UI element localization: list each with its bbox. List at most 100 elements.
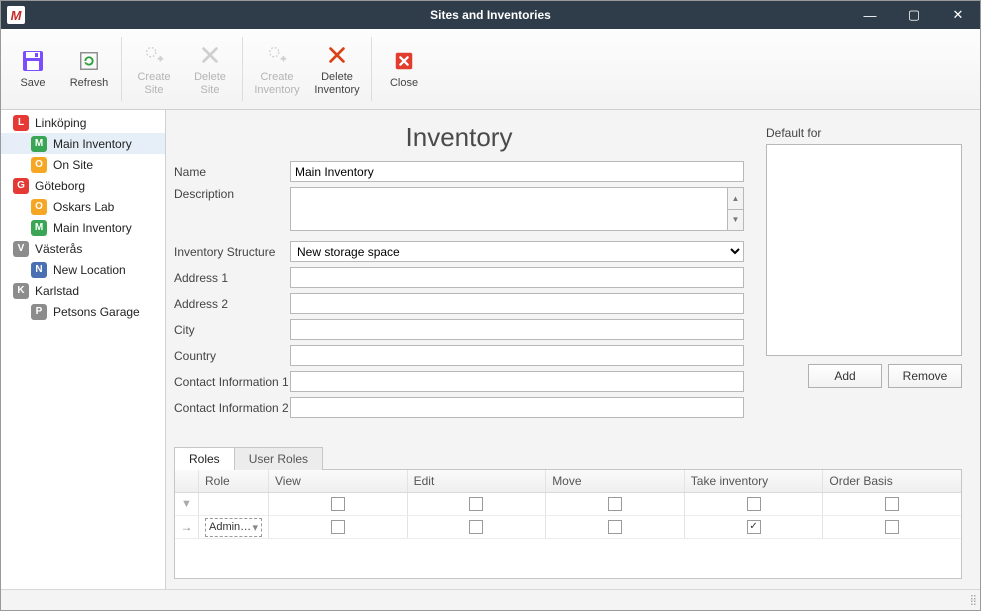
tree-label: Main Inventory bbox=[53, 221, 132, 235]
refresh-icon bbox=[76, 48, 102, 74]
col-edit[interactable]: Edit bbox=[408, 470, 547, 492]
tree-item[interactable]: L Linköping bbox=[1, 112, 165, 133]
tree-badge: N bbox=[31, 262, 47, 278]
col-role[interactable]: Role bbox=[199, 470, 269, 492]
take-chk[interactable]: ✓ bbox=[747, 520, 761, 534]
save-button[interactable]: Save bbox=[5, 29, 61, 109]
tree-item[interactable]: K Karlstad bbox=[1, 280, 165, 301]
delete-site-button: Delete Site bbox=[182, 29, 238, 109]
filter-icon[interactable]: ▼ bbox=[181, 498, 192, 510]
close-button[interactable]: Close bbox=[376, 29, 432, 109]
contact1-input[interactable] bbox=[290, 371, 744, 392]
country-label: Country bbox=[174, 349, 290, 363]
create-inventory-button: Create Inventory bbox=[247, 29, 307, 109]
add-button[interactable]: Add bbox=[808, 364, 882, 388]
description-spinner[interactable]: ▲▼ bbox=[728, 187, 744, 231]
maximize-button[interactable]: ▢ bbox=[892, 1, 936, 29]
tree-item[interactable]: N New Location bbox=[1, 259, 165, 280]
tree-badge: O bbox=[31, 157, 47, 173]
tree-item[interactable]: V Västerås bbox=[1, 238, 165, 259]
create-site-icon bbox=[141, 42, 167, 68]
structure-label: Inventory Structure bbox=[174, 245, 290, 259]
tree-label: New Location bbox=[53, 263, 126, 277]
address1-input[interactable] bbox=[290, 267, 744, 288]
delete-inventory-button[interactable]: Delete Inventory bbox=[307, 29, 367, 109]
close-label: Close bbox=[390, 77, 418, 89]
create-site-button: Create Site bbox=[126, 29, 182, 109]
address2-input[interactable] bbox=[290, 293, 744, 314]
tree-label: Västerås bbox=[35, 242, 82, 256]
address2-label: Address 2 bbox=[174, 297, 290, 311]
filter-edit-chk[interactable] bbox=[469, 497, 483, 511]
tree-badge: M bbox=[31, 220, 47, 236]
tree-item[interactable]: M Main Inventory bbox=[1, 133, 165, 154]
delete-site-label: Delete Site bbox=[194, 71, 226, 95]
remove-button[interactable]: Remove bbox=[888, 364, 962, 388]
close-window-button[interactable]: ✕ bbox=[936, 1, 980, 29]
move-chk[interactable] bbox=[608, 520, 622, 534]
filter-order-chk[interactable] bbox=[885, 497, 899, 511]
name-label: Name bbox=[174, 165, 290, 179]
tree-badge: V bbox=[13, 241, 29, 257]
contact2-input[interactable] bbox=[290, 397, 744, 418]
tree-label: Linköping bbox=[35, 116, 86, 130]
tab-roles[interactable]: Roles bbox=[174, 447, 235, 470]
edit-chk[interactable] bbox=[469, 520, 483, 534]
col-move[interactable]: Move bbox=[546, 470, 685, 492]
tab-user-roles[interactable]: User Roles bbox=[234, 447, 323, 470]
city-input[interactable] bbox=[290, 319, 744, 340]
close-icon bbox=[391, 48, 417, 74]
table-row[interactable]: → Admin…▾ ✓ bbox=[175, 516, 961, 539]
create-site-label: Create Site bbox=[137, 71, 170, 95]
save-label: Save bbox=[20, 77, 45, 89]
country-input[interactable] bbox=[290, 345, 744, 366]
col-order[interactable]: Order Basis bbox=[823, 470, 961, 492]
tree-label: Main Inventory bbox=[53, 137, 132, 151]
tree-label: Karlstad bbox=[35, 284, 79, 298]
tree-badge: K bbox=[13, 283, 29, 299]
default-for-label: Default for bbox=[766, 126, 962, 140]
minimize-button[interactable]: — bbox=[848, 1, 892, 29]
tree-label: Göteborg bbox=[35, 179, 85, 193]
tree-label: Petsons Garage bbox=[53, 305, 140, 319]
tabstrip: Roles User Roles bbox=[174, 445, 962, 469]
contact1-label: Contact Information 1 bbox=[174, 375, 290, 389]
tree-badge: G bbox=[13, 178, 29, 194]
col-take[interactable]: Take inventory bbox=[685, 470, 824, 492]
refresh-label: Refresh bbox=[70, 77, 109, 89]
current-row-icon: → bbox=[181, 520, 193, 534]
order-chk[interactable] bbox=[885, 520, 899, 534]
refresh-button[interactable]: Refresh bbox=[61, 29, 117, 109]
app-icon: M bbox=[7, 6, 25, 24]
filter-row: ▼ bbox=[175, 493, 961, 516]
delete-inventory-icon bbox=[324, 42, 350, 68]
city-label: City bbox=[174, 323, 290, 337]
filter-take-chk[interactable] bbox=[747, 497, 761, 511]
filter-move-chk[interactable] bbox=[608, 497, 622, 511]
description-label: Description bbox=[174, 187, 290, 201]
tree-item[interactable]: OOn Site bbox=[1, 154, 165, 175]
tree-badge: M bbox=[31, 136, 47, 152]
filter-view-chk[interactable] bbox=[331, 497, 345, 511]
resize-grip[interactable]: ⣿ bbox=[970, 595, 976, 606]
tree-item[interactable]: P Petsons Garage bbox=[1, 301, 165, 322]
site-tree[interactable]: L Linköping M Main Inventory OOn Site G Götebo… bbox=[1, 110, 166, 589]
role-dropdown[interactable]: Admin…▾ bbox=[205, 518, 262, 537]
delete-site-icon bbox=[197, 42, 223, 68]
structure-select[interactable]: New storage space bbox=[290, 241, 744, 262]
default-for-list[interactable] bbox=[766, 144, 962, 356]
tree-item[interactable]: G Göteborg bbox=[1, 175, 165, 196]
col-view[interactable]: View bbox=[269, 470, 408, 492]
view-chk[interactable] bbox=[331, 520, 345, 534]
name-input[interactable] bbox=[290, 161, 744, 182]
tree-item[interactable]: M Main Inventory bbox=[1, 217, 165, 238]
tree-badge: P bbox=[31, 304, 47, 320]
tree-item[interactable]: OOskars Lab bbox=[1, 196, 165, 217]
statusbar: ⣿ bbox=[1, 589, 980, 610]
description-input[interactable] bbox=[290, 187, 728, 231]
tree-badge: L bbox=[13, 115, 29, 131]
contact2-label: Contact Information 2 bbox=[174, 401, 290, 415]
page-title: Inventory bbox=[174, 122, 744, 153]
toolbar: Save Refresh Create Site Delete Site bbox=[1, 29, 980, 110]
create-inventory-icon bbox=[264, 42, 290, 68]
